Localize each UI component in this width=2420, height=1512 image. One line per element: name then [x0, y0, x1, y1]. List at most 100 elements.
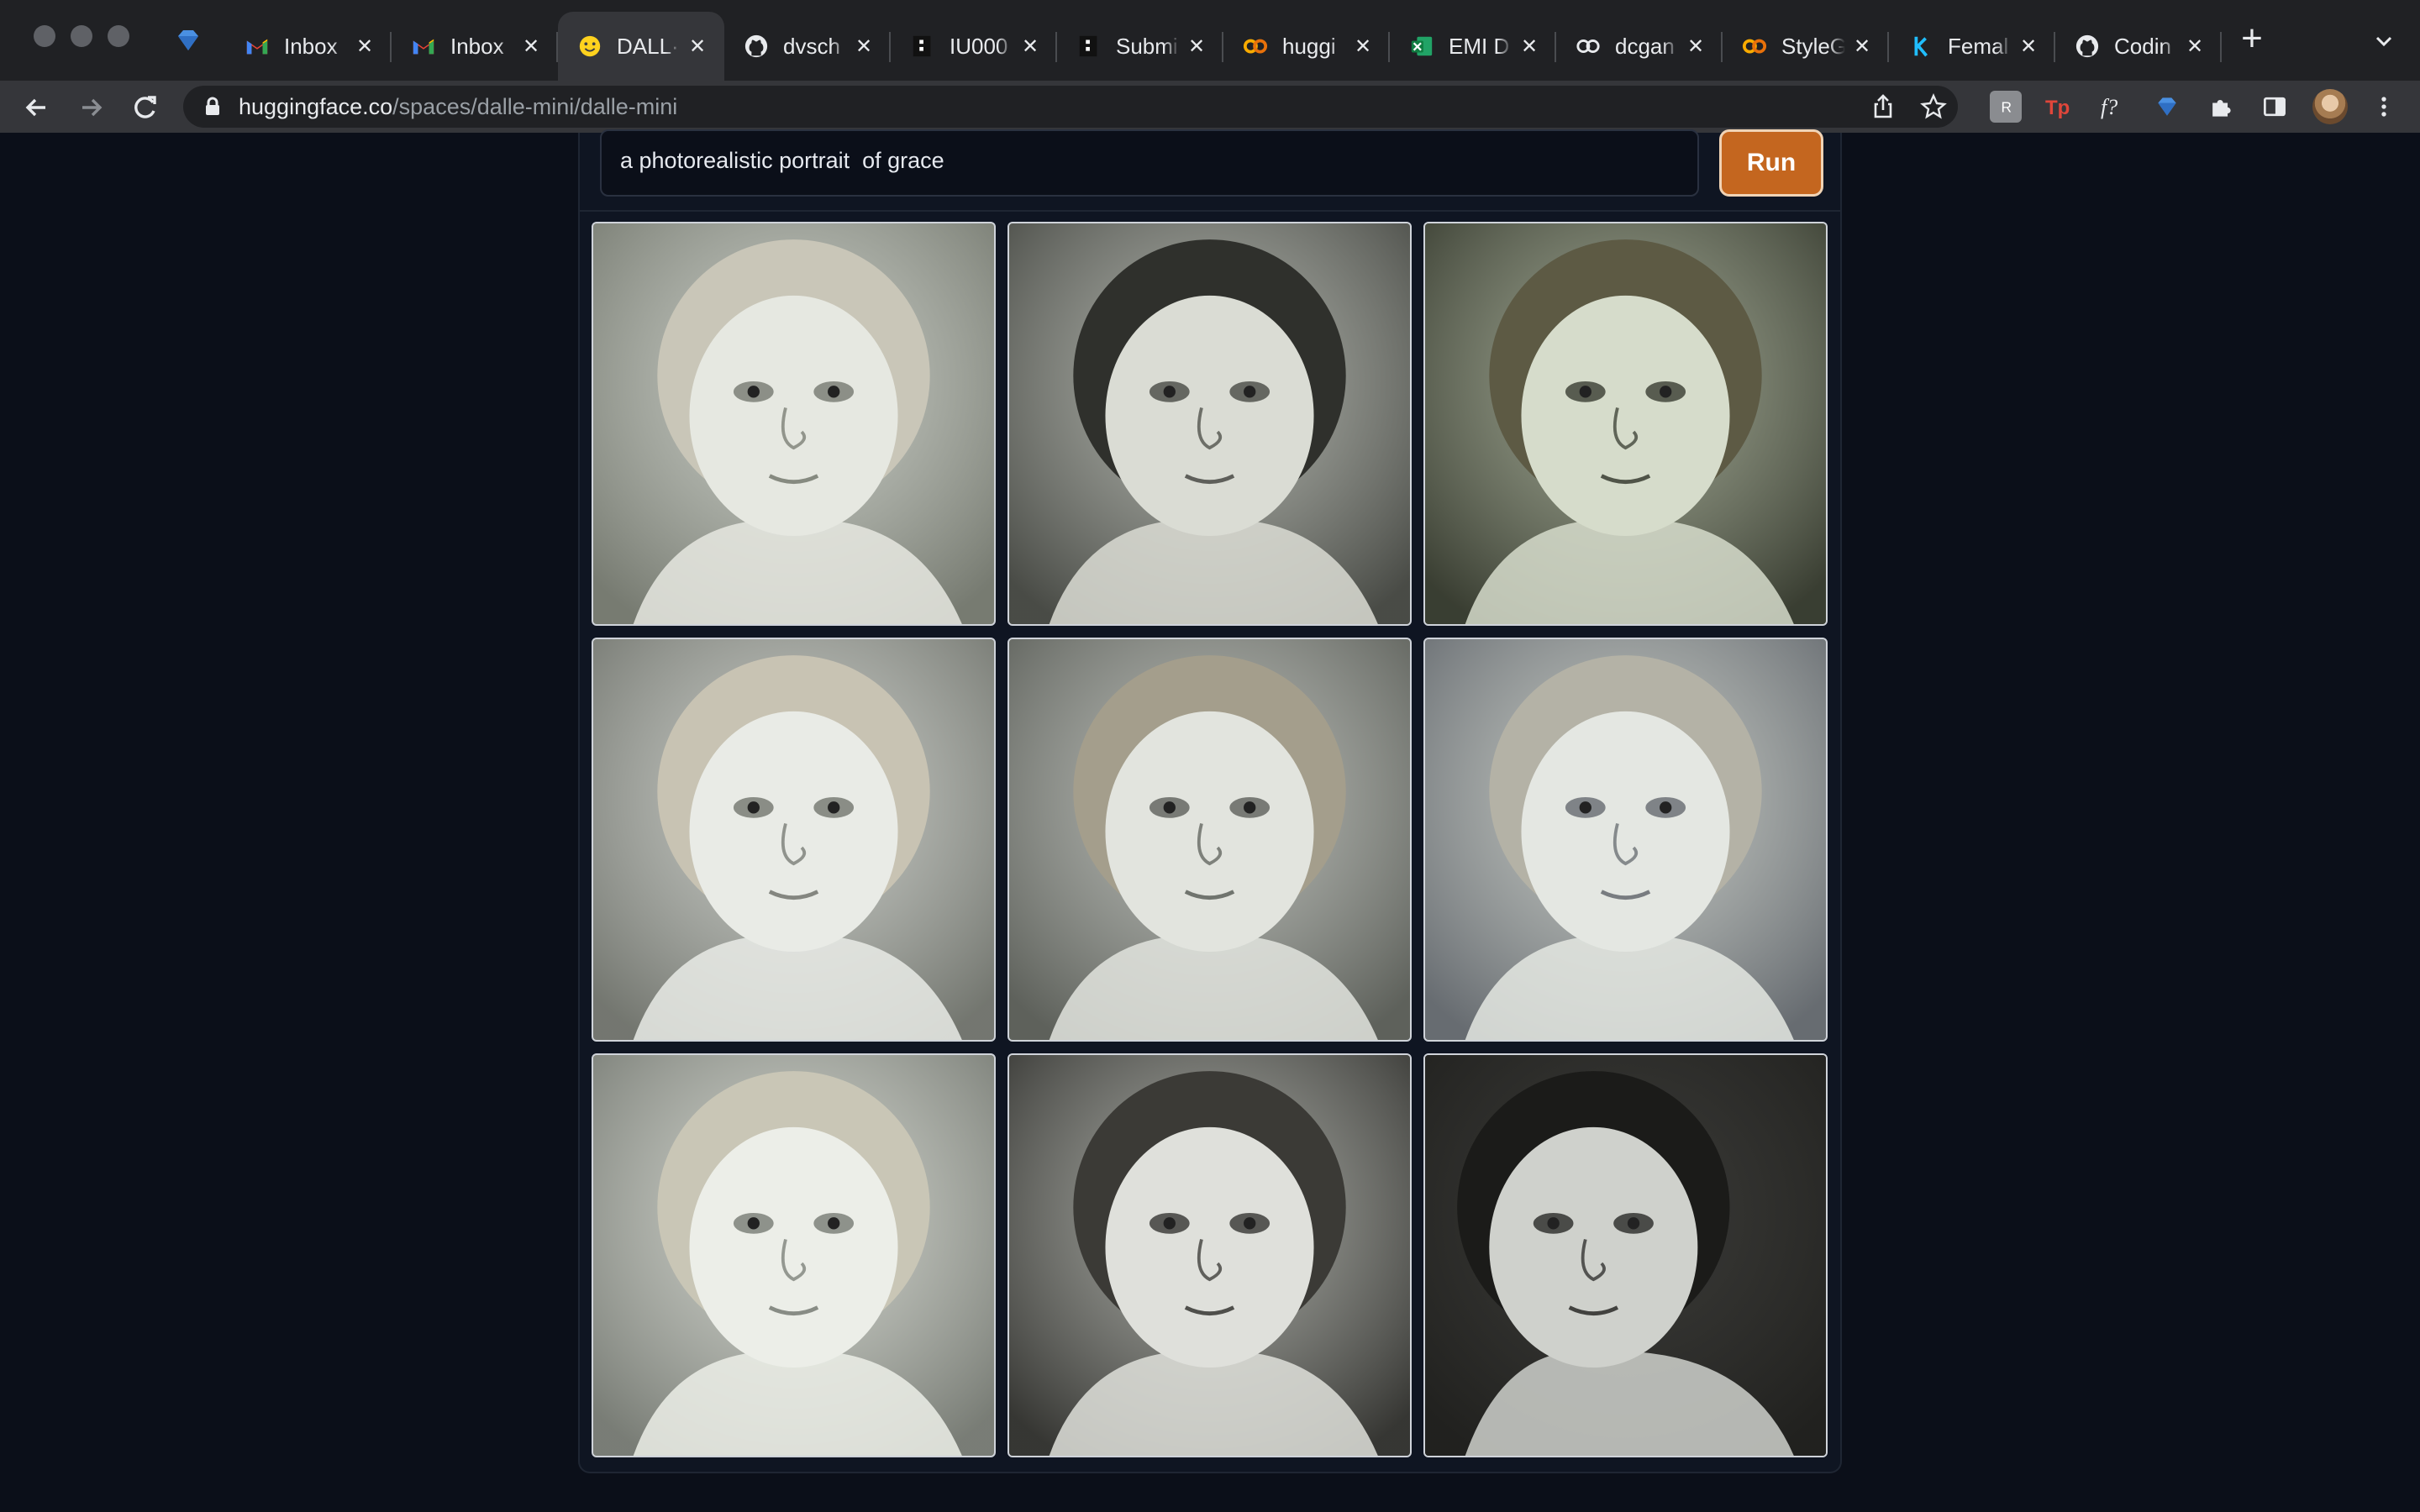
tab-title: Inbox [450, 33, 504, 59]
pinned-tab-gem-icon[interactable] [173, 25, 203, 55]
tab-10[interactable]: StyleG ✕ [1723, 12, 1889, 81]
generated-portrait-4[interactable] [592, 638, 996, 1042]
extension-tp-icon[interactable]: Tp [2044, 91, 2075, 123]
tab-title: Submi [1116, 33, 1178, 59]
tab-7[interactable]: huggi ✕ [1223, 12, 1390, 81]
portrait-image [1425, 639, 1826, 1040]
tab-title: DALL·E mini [617, 33, 681, 59]
tab-title: Inbox [284, 33, 338, 59]
tab-title: dvsch [783, 33, 840, 59]
extension-gem-icon[interactable] [2151, 91, 2183, 123]
tab-title: huggi [1282, 33, 1336, 59]
generated-portrait-7[interactable] [592, 1053, 996, 1457]
tab-title: EMI D [1449, 33, 1510, 59]
tab-5[interactable]: IU000 ✕ [891, 12, 1057, 81]
browser-toolbar: huggingface.co/spaces/dalle-mini/dalle-m… [0, 81, 2420, 133]
tab-close-icon[interactable]: ✕ [1351, 34, 1375, 58]
tab-title: IU000 [950, 33, 1008, 59]
gmail-icon [410, 33, 437, 60]
generated-portrait-5[interactable] [1007, 638, 1412, 1042]
side-panel-icon[interactable] [2259, 91, 2291, 123]
generated-portrait-9[interactable] [1423, 1053, 1828, 1457]
bookmark-star-icon[interactable] [1919, 92, 1948, 121]
url-host: huggingface.co [239, 94, 393, 119]
prompt-row: a photorealistic portrait of grace Run [580, 129, 1840, 212]
page-icon [909, 33, 936, 60]
prompt-input[interactable]: a photorealistic portrait of grace [600, 129, 1699, 197]
github-icon [2074, 33, 2101, 60]
generated-portrait-1[interactable] [592, 222, 996, 626]
tab-title: StyleG [1781, 33, 1845, 59]
generated-portrait-6[interactable] [1423, 638, 1828, 1042]
more-menu-icon[interactable] [2368, 91, 2400, 123]
tab-close-icon[interactable]: ✕ [1018, 34, 1042, 58]
share-icon[interactable] [1869, 92, 1897, 121]
browser-tab-bar: Inbox✕Inbox✕DALL·E mini✕dvsch✕IU000✕Subm… [0, 0, 2420, 81]
colab-icon [1741, 33, 1768, 60]
tab-strip: Inbox✕Inbox✕DALL·E mini✕dvsch✕IU000✕Subm… [225, 12, 2222, 81]
portrait-image [1009, 1055, 1410, 1456]
kaggle-icon [1907, 33, 1934, 60]
github-icon [743, 33, 770, 60]
tab-2[interactable]: Inbox ✕ [392, 12, 558, 81]
tab-1[interactable]: Inbox ✕ [225, 12, 392, 81]
portrait-image [1009, 639, 1410, 1040]
close-window-icon[interactable] [34, 25, 55, 47]
tab-9[interactable]: dcgan ✕ [1556, 12, 1723, 81]
tab-close-icon[interactable]: ✕ [852, 34, 876, 58]
extensions-puzzle-icon[interactable] [2205, 91, 2237, 123]
tab-close-icon[interactable]: ✕ [519, 34, 543, 58]
minimize-window-icon[interactable] [71, 25, 92, 47]
url-path: /spaces/dalle-mini/dalle-mini [392, 94, 678, 119]
excel-icon [1408, 33, 1435, 60]
tab-close-icon[interactable]: ✕ [353, 34, 376, 58]
tab-close-icon[interactable]: ✕ [1518, 34, 1541, 58]
svg-text:Tp: Tp [2045, 97, 2070, 119]
gmail-icon [244, 33, 271, 60]
portrait-image [1425, 1055, 1826, 1456]
tab-title: dcgan [1615, 33, 1675, 59]
generated-portrait-2[interactable] [1007, 222, 1412, 626]
tab-8[interactable]: EMI D ✕ [1390, 12, 1556, 81]
url-text[interactable]: huggingface.co/spaces/dalle-mini/dalle-m… [239, 94, 677, 120]
forward-arrow-icon[interactable] [74, 91, 108, 124]
tab-close-icon[interactable]: ✕ [2183, 34, 2207, 58]
window-controls [34, 25, 129, 47]
tab-3[interactable]: DALL·E mini✕ [558, 12, 724, 81]
tab-6[interactable]: Submi ✕ [1057, 12, 1223, 81]
portrait-image [593, 639, 994, 1040]
dalle-mini-app-panel: a photorealistic portrait of grace Run [578, 129, 1842, 1473]
colab-icon [1575, 33, 1602, 60]
lock-icon[interactable] [202, 96, 224, 118]
run-button[interactable]: Run [1719, 129, 1823, 197]
huggingface-icon [576, 33, 603, 60]
tab-close-icon[interactable]: ✕ [2017, 34, 2040, 58]
reload-icon[interactable] [128, 91, 161, 124]
svg-text:f?: f? [2101, 95, 2118, 119]
svg-text:R: R [2001, 98, 2012, 115]
portrait-image [1425, 223, 1826, 624]
page-icon [1076, 33, 1102, 60]
tab-close-icon[interactable]: ✕ [1185, 34, 1208, 58]
tab-4[interactable]: dvsch ✕ [724, 12, 891, 81]
tab-title: Femal [1948, 33, 2009, 59]
new-tab-button[interactable]: + [2235, 20, 2269, 57]
tab-12[interactable]: Codin ✕ [2055, 12, 2222, 81]
maximize-window-icon[interactable] [108, 25, 129, 47]
tab-close-icon[interactable]: ✕ [1684, 34, 1707, 58]
generated-portrait-8[interactable] [1007, 1053, 1412, 1457]
tab-11[interactable]: Femal ✕ [1889, 12, 2055, 81]
extension-font-icon[interactable]: f? [2097, 91, 2129, 123]
portrait-image [593, 223, 994, 624]
generated-portrait-3[interactable] [1423, 222, 1828, 626]
back-arrow-icon[interactable] [20, 91, 54, 124]
tab-close-icon[interactable]: ✕ [686, 34, 709, 58]
tab-close-icon[interactable]: ✕ [1850, 34, 1874, 58]
generated-images-gallery [592, 222, 1830, 1458]
profile-avatar[interactable] [2312, 89, 2348, 124]
address-bar[interactable]: huggingface.co/spaces/dalle-mini/dalle-m… [183, 86, 1958, 128]
portrait-image [593, 1055, 994, 1456]
extension-r-icon[interactable]: R [1990, 91, 2022, 123]
colab-icon [1242, 33, 1269, 60]
tab-search-chevron-icon[interactable] [2370, 27, 2398, 55]
